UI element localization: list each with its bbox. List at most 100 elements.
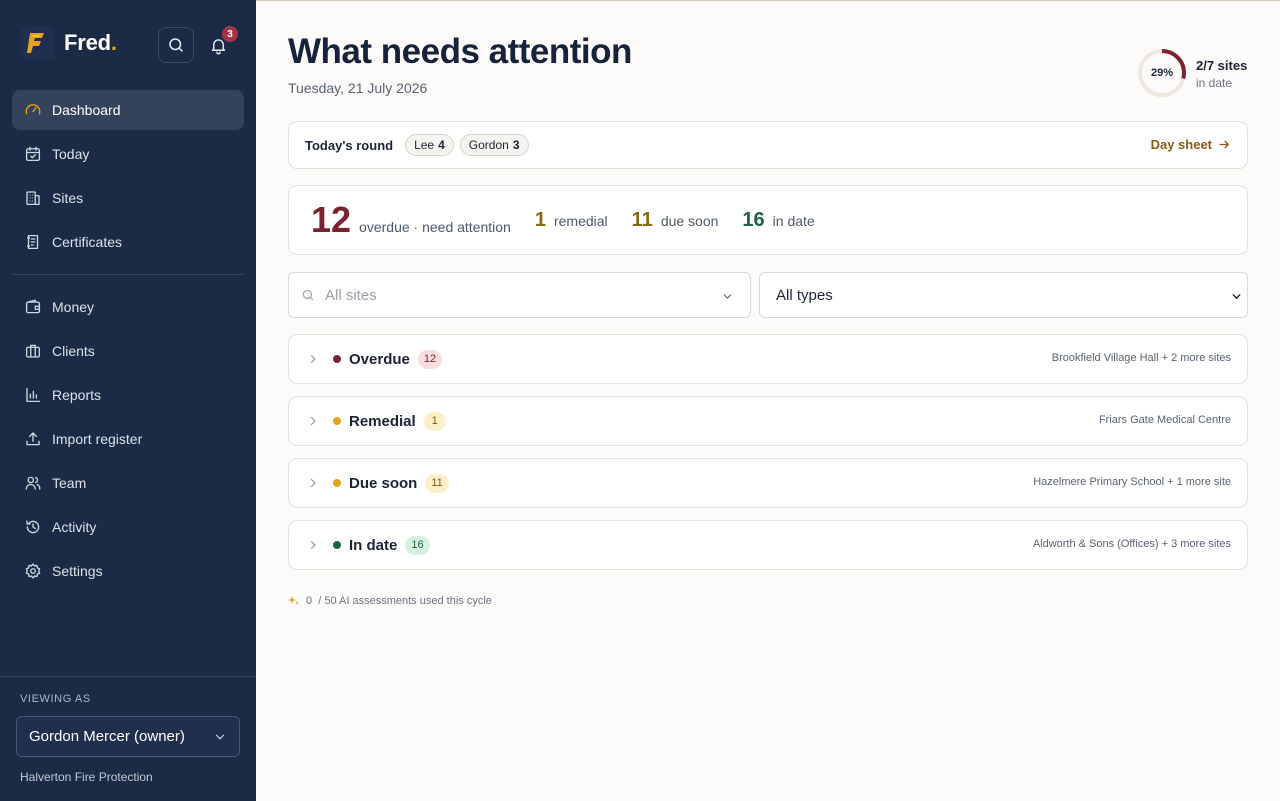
round-chip-gordon[interactable]: Gordon 3 [459, 134, 529, 156]
group-title: Overdue [349, 350, 410, 368]
history-icon [26, 520, 40, 534]
nav-item-sites[interactable]: Sites [12, 178, 244, 218]
compliance-sub: in date [1196, 76, 1233, 90]
certificate-icon [27, 234, 39, 250]
status-group-overdue[interactable]: Overdue 12 Brookfield Village Hall + 2 mor… [288, 334, 1248, 384]
sidebar: Fred. 3 Dashboard Today Sites Certificat… [0, 0, 256, 801]
round-chip-lee[interactable]: Lee 4 [405, 134, 454, 156]
search-icon [302, 289, 314, 301]
status-group-due-soon[interactable]: Due soon 11 Hazelmere Primary School + 1 m… [288, 458, 1248, 508]
nav-divider [12, 274, 244, 275]
notification-count-badge: 3 [222, 26, 238, 42]
gauge-icon [25, 104, 41, 115]
group-count-badge: 16 [405, 535, 430, 555]
group-title: Remedial [349, 412, 416, 430]
fred-logo-icon [20, 26, 54, 60]
group-sites: Hazelmere Primary School + 1 more site [1033, 476, 1231, 488]
chevron-down-icon [723, 294, 732, 299]
viewing-as-label: VIEWING AS [20, 693, 91, 705]
nav-item-reports[interactable]: Reports [12, 375, 244, 415]
chevron-right-icon [310, 540, 316, 550]
status-group-remedial[interactable]: Remedial 1 Friars Gate Medical Centre [288, 396, 1248, 446]
footer-divider [0, 676, 256, 677]
gear-icon [25, 563, 41, 579]
ai-usage-text: / 50 AI assessments used this cycle [318, 595, 492, 607]
status-dot [333, 355, 341, 363]
status-summary-card: 12 overdue · need attention 1 remedial 11 d… [288, 185, 1248, 255]
group-title: Due soon [349, 474, 418, 492]
brand-name: Fred. [64, 30, 117, 55]
nav-item-activity[interactable]: Activity [12, 507, 244, 547]
briefcase-icon [25, 344, 41, 358]
chevron-down-icon [215, 734, 225, 740]
group-count-badge: 1 [423, 411, 446, 431]
nav-item-team[interactable]: Team [12, 463, 244, 503]
chevron-right-icon [310, 416, 316, 426]
nav-item-today[interactable]: Today [12, 134, 244, 174]
ai-used-count: 0 [306, 595, 313, 607]
day-sheet-link[interactable]: Day sheet [1151, 137, 1231, 152]
group-count-badge: 12 [417, 349, 443, 369]
nav-label: Money [52, 299, 95, 315]
todays-round-label: Today's round [305, 137, 394, 153]
type-filter-select[interactable]: All types [759, 272, 1248, 318]
nav-item-settings[interactable]: Settings [12, 551, 244, 591]
bar-chart-icon [26, 387, 41, 403]
nav-label: Settings [52, 563, 103, 579]
top-accent-line [256, 0, 1280, 1]
nav-item-clients[interactable]: Clients [12, 331, 244, 371]
nav-item-import-register[interactable]: Import register [12, 419, 244, 459]
brand[interactable]: Fred. [20, 24, 117, 62]
page-date: Tuesday, 21 July 2026 [288, 80, 428, 96]
chevron-right-icon [310, 354, 316, 364]
group-count-badge: 11 [425, 473, 449, 493]
stat-due-soon[interactable]: 11 due soon [632, 209, 719, 232]
status-group-in-date[interactable]: In date 16 Aldworth & Sons (Offices) + 3 m… [288, 520, 1248, 570]
arrow-right-icon [1219, 140, 1229, 149]
nav-label: Dashboard [52, 102, 121, 118]
viewing-as-value: Gordon Mercer (owner) [29, 728, 185, 745]
users-icon [25, 476, 41, 490]
building-icon [26, 191, 40, 206]
nav-item-money[interactable]: Money [12, 287, 244, 327]
wallet-icon [25, 299, 41, 314]
stat-in-date[interactable]: 16 in date [742, 209, 814, 232]
nav-item-certificates[interactable]: Certificates [12, 222, 244, 262]
chevron-down-icon [1232, 294, 1241, 300]
upload-icon [26, 432, 40, 446]
nav-label: Import register [52, 431, 143, 447]
nav-label: Certificates [52, 234, 123, 250]
nav-item-dashboard[interactable]: Dashboard [12, 90, 244, 130]
status-dot [333, 541, 341, 549]
stat-remedial[interactable]: 1 remedial [535, 209, 608, 232]
sparkles-icon [288, 596, 299, 605]
search-icon [169, 38, 183, 52]
site-filter-input[interactable] [325, 286, 705, 304]
todays-round-card: Today's round Lee 4 Gordon 3 Day sheet [288, 121, 1248, 169]
status-dot [333, 417, 341, 425]
chevron-right-icon [310, 478, 316, 488]
secondary-nav: Money Clients Reports Import register Te… [12, 287, 244, 595]
nav-label: Sites [52, 190, 84, 206]
compliance-percent: 29% [1150, 67, 1174, 79]
group-sites: Friars Gate Medical Centre [1098, 414, 1231, 426]
primary-nav: Dashboard Today Sites Certificates [12, 90, 244, 266]
group-sites: Aldworth & Sons (Offices) + 3 more sites [1032, 538, 1231, 550]
ai-usage: 0 / 50 AI assessments used this cycle [288, 595, 492, 607]
nav-label: Today [52, 146, 90, 162]
type-filter-value: All types [776, 286, 833, 304]
group-title: In date [349, 536, 398, 554]
page-title: What needs attention [288, 32, 632, 71]
nav-label: Activity [52, 519, 97, 535]
calendar-check-icon [25, 146, 41, 162]
nav-label: Clients [52, 343, 95, 359]
viewing-as-select[interactable]: Gordon Mercer (owner) [16, 716, 240, 757]
nav-label: Reports [52, 387, 102, 403]
group-sites: Brookfield Village Hall + 2 more sites [1051, 352, 1231, 364]
search-button[interactable] [158, 27, 194, 63]
stat-overdue[interactable]: 12 overdue · need attention [311, 199, 511, 241]
company-name: Halverton Fire Protection [20, 770, 153, 784]
site-filter[interactable] [288, 272, 751, 318]
nav-label: Team [52, 475, 87, 491]
compliance-sites: 2/7 sites [1196, 58, 1248, 73]
